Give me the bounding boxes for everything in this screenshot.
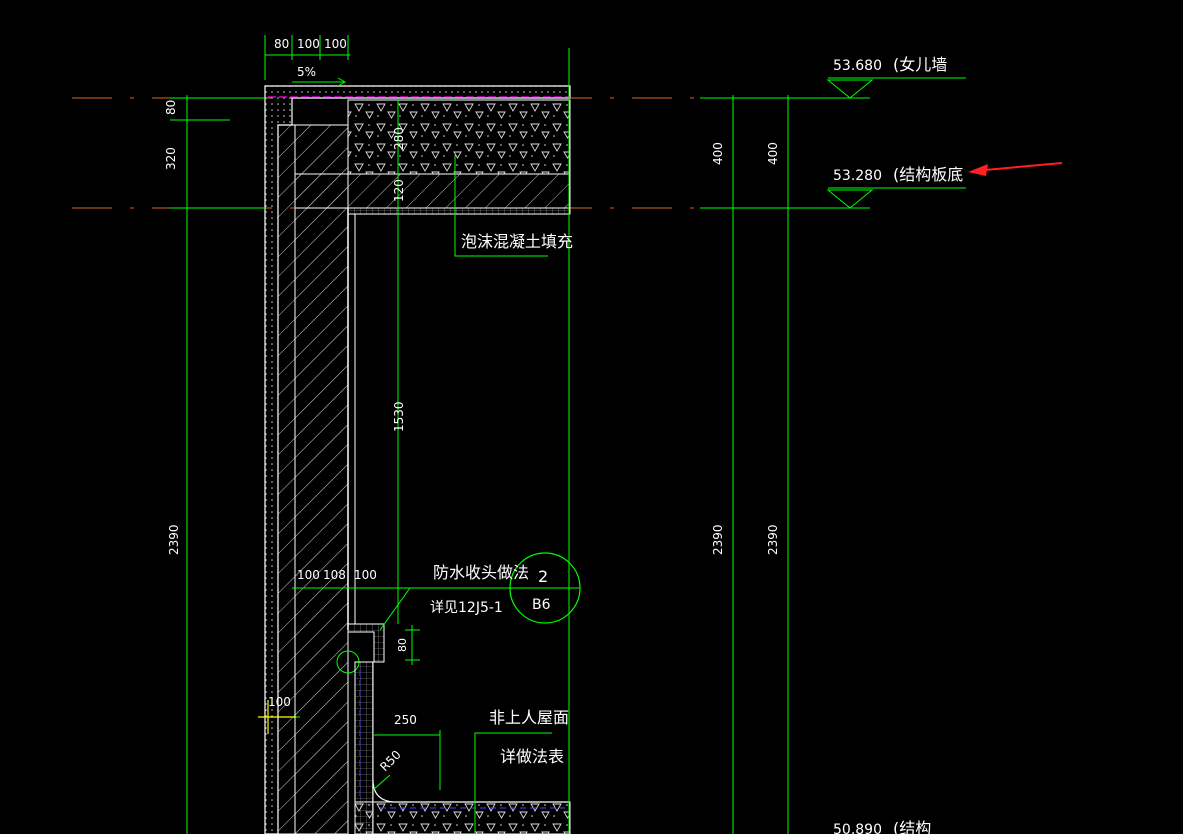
slope-label: 5%: [297, 65, 316, 79]
slab-dim-slab: 120: [392, 179, 406, 202]
step-dim-b: 108: [323, 568, 346, 582]
step-dim-height: 80: [396, 638, 409, 652]
waterproof-step: [336, 623, 571, 834]
level-1-value: 53.680: [833, 58, 882, 74]
level-3-label: (结构: [893, 819, 931, 834]
right-dim-d: 2390: [766, 524, 780, 555]
left-dim-long: 2390: [167, 524, 181, 555]
roof-ref-label: 详做法表: [500, 747, 564, 766]
detail-number: 2: [538, 567, 548, 586]
bottom-dim-left: 100: [268, 695, 291, 709]
waterproof-label: 防水收头做法: [433, 563, 529, 582]
left-dim-middle: 320: [164, 147, 178, 170]
top-dim-2: 100: [297, 37, 320, 51]
roof-label: 非上人屋面: [489, 708, 569, 727]
top-dim-3: 100: [324, 37, 347, 51]
foam-fill-label: 泡沫混凝土填充: [461, 232, 573, 251]
right-dim-b: 400: [766, 142, 780, 165]
left-dim-upper: 80: [164, 100, 178, 115]
top-dim-1: 80: [274, 37, 289, 51]
slab-dim-inner: 1530: [392, 401, 406, 432]
slab-dim-fill: 280: [392, 127, 406, 150]
right-dim-c: 2390: [711, 524, 725, 555]
level-1-label: (女儿墙: [893, 55, 947, 74]
step-dim-c: 100: [354, 568, 377, 582]
cad-drawing-canvas: 80 100 100 5% 80 320 2390 280 120 1530 4…: [72, 35, 1063, 834]
detail-sheet: B6: [532, 597, 551, 613]
bottom-dim-radius: R50: [377, 748, 404, 775]
right-dim-a: 400: [711, 142, 725, 165]
level-2-label: (结构板底: [893, 165, 963, 184]
detail-ref-label: 详见12J5-1: [430, 600, 503, 616]
level-3-value: 50.890: [833, 822, 882, 834]
red-arrow-annotation: [968, 162, 1063, 176]
step-dim-a: 100: [297, 568, 320, 582]
level-2-value: 53.280: [833, 168, 882, 184]
bottom-dim-width: 250: [394, 713, 417, 727]
